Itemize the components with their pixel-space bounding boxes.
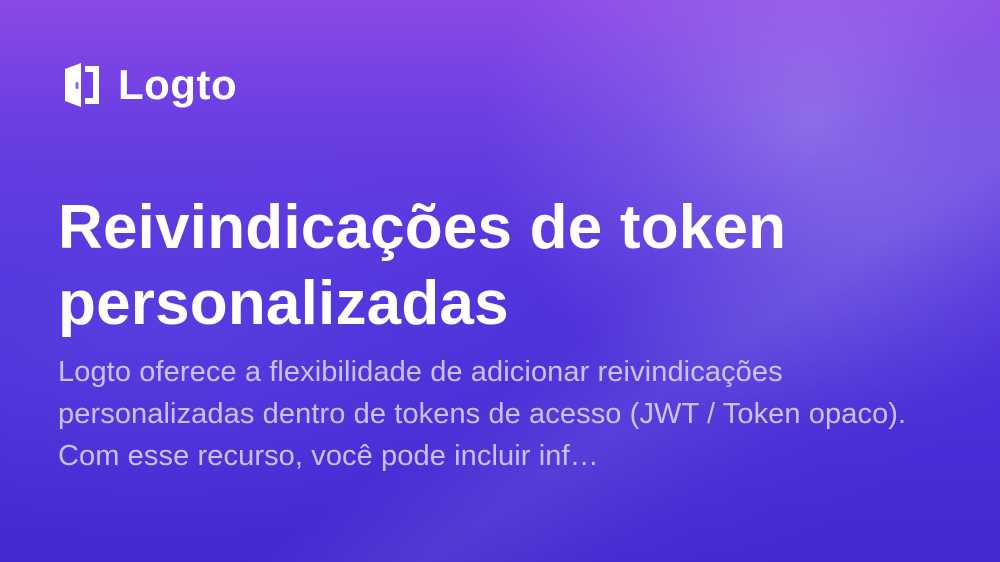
logto-door-icon bbox=[65, 63, 99, 107]
page-title: Reivindicações de token personalizadas bbox=[58, 193, 787, 338]
brand-logo: Logto bbox=[58, 58, 237, 112]
page-description: Logto oferece a flexibilidade de adicion… bbox=[58, 356, 907, 473]
share-card: Logto Reivindicações de token personaliz… bbox=[0, 0, 1000, 562]
brand-name: Logto bbox=[118, 61, 238, 108]
